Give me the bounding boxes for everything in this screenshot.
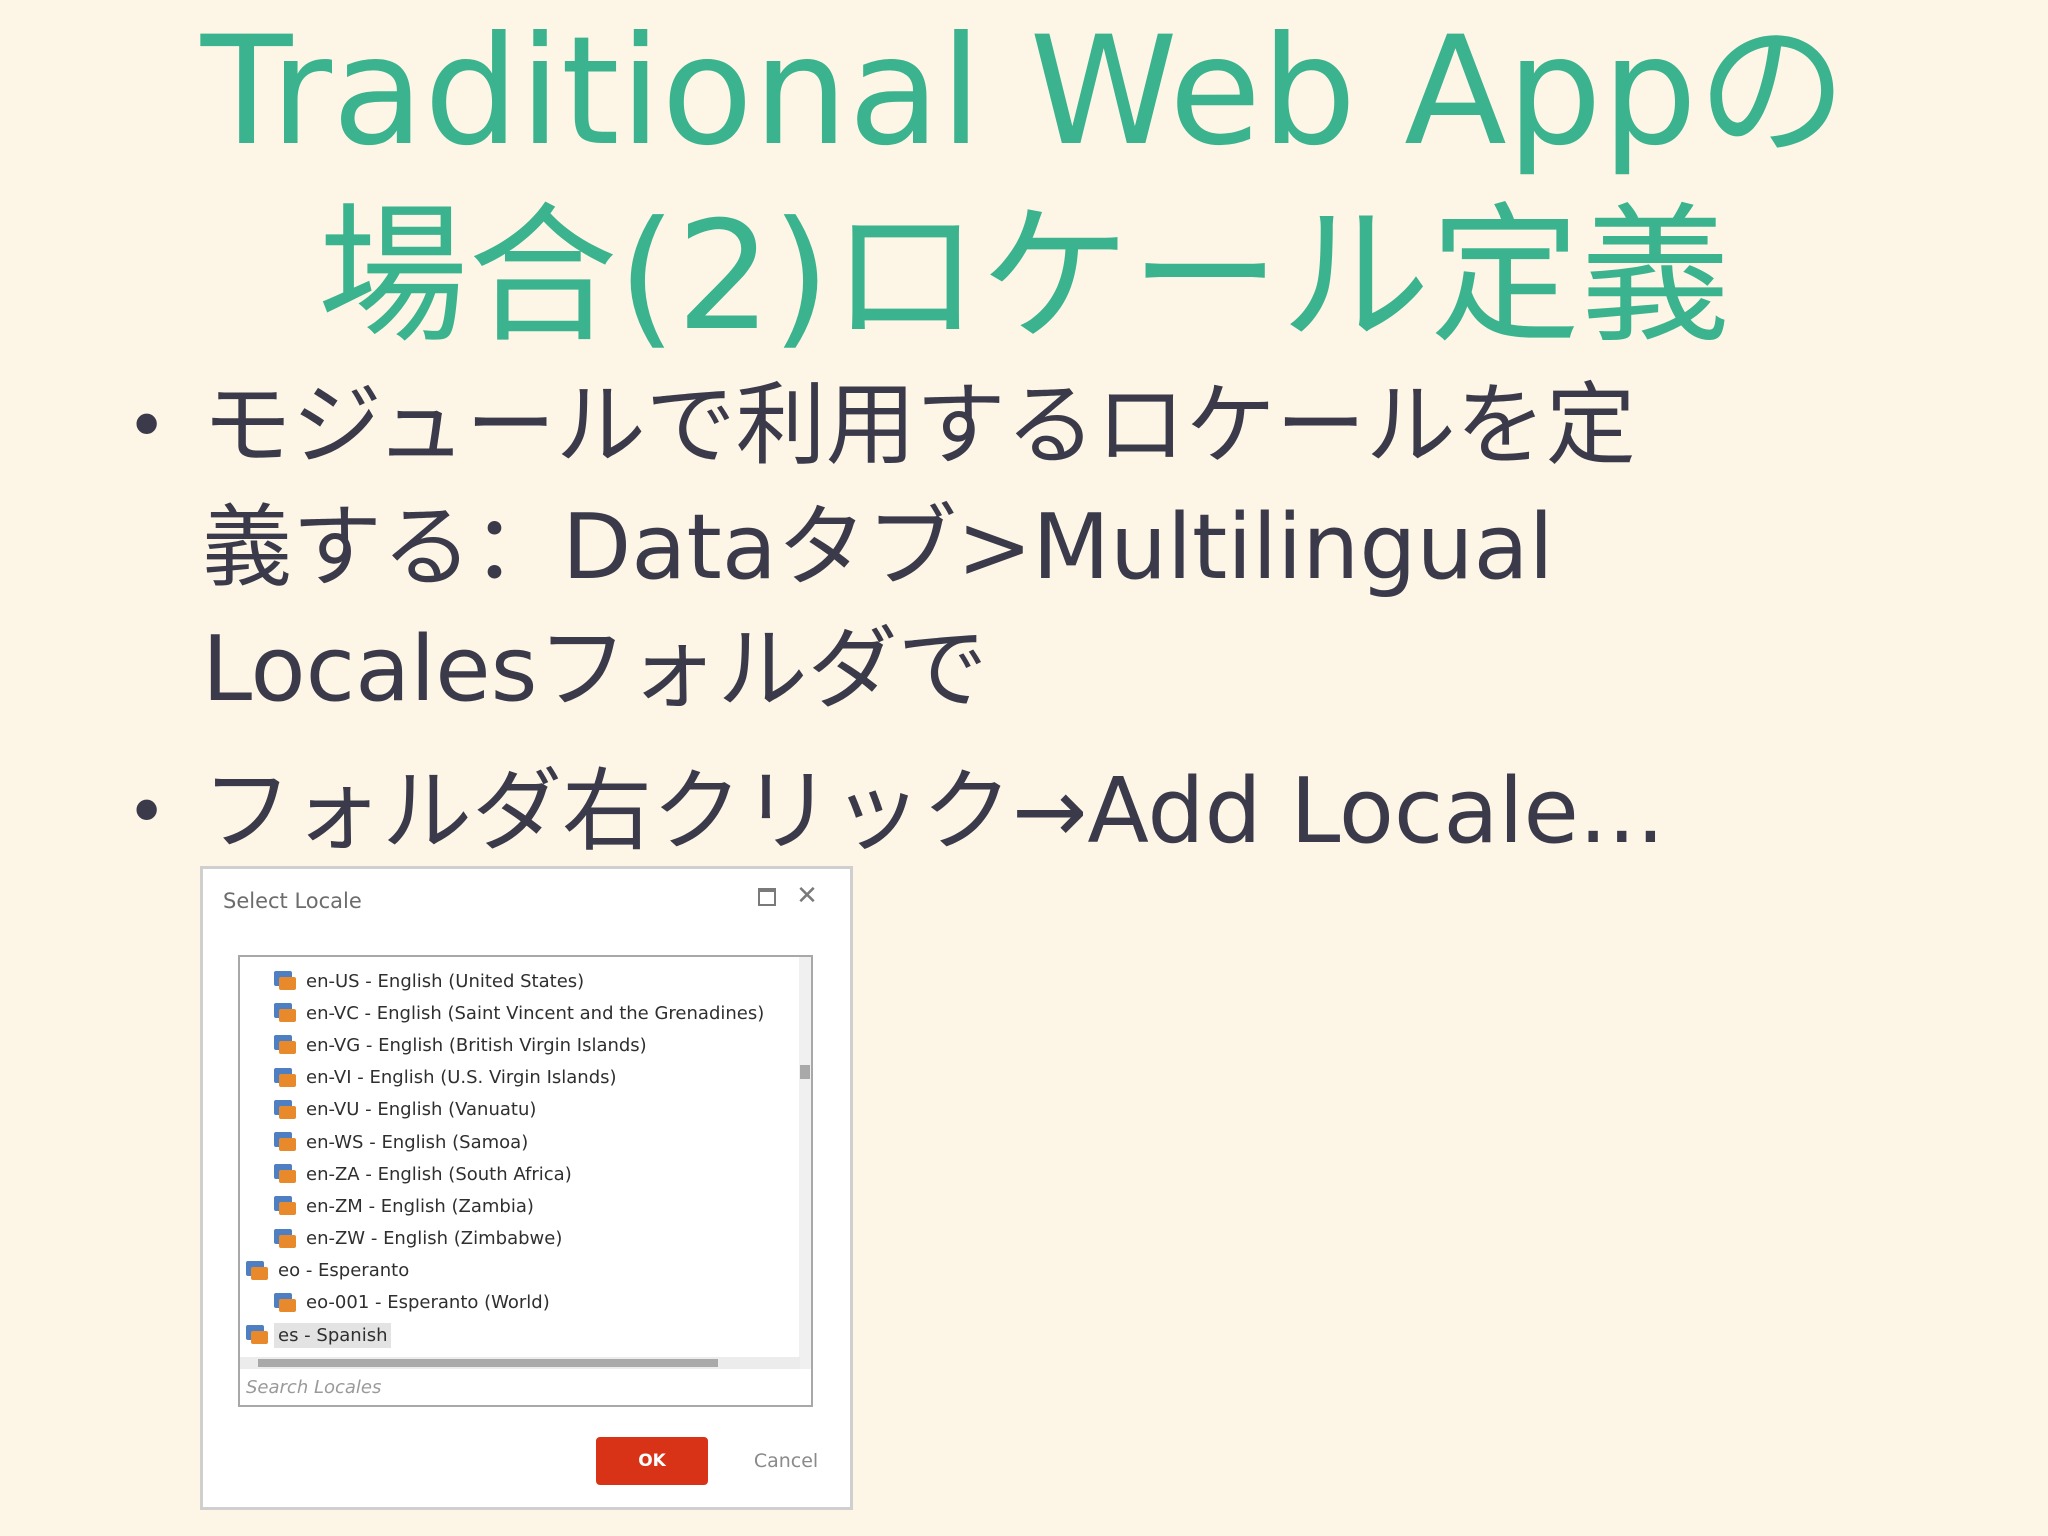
bullet-2-line-1: フォルダ右クリック→Add Locale...	[202, 759, 1665, 864]
locale-separator: -	[358, 1002, 377, 1024]
locale-separator: -	[359, 1163, 378, 1185]
locale-flag-icon	[246, 1325, 268, 1345]
locale-code: en-ZM	[306, 1195, 363, 1217]
close-icon: ✕	[796, 881, 818, 911]
bullet-item-define-locales: • モジュールで利用するロケールを定 義する：Dataタブ>Multilingu…	[118, 365, 2018, 731]
locale-code: es	[278, 1324, 299, 1346]
bullet-1-line-3: Localesフォルダで	[202, 617, 988, 722]
locale-flag-icon	[274, 1196, 296, 1216]
locale-label: eo-001 - Esperanto (World)	[302, 1290, 554, 1315]
bullet-dot: •	[126, 385, 168, 467]
locale-flag-icon	[274, 1067, 296, 1088]
locale-label: en-ZM - English (Zambia)	[302, 1194, 538, 1219]
locale-name: English (Samoa)	[381, 1131, 529, 1153]
locale-name: English (Zimbabwe)	[383, 1228, 563, 1250]
locale-name: Esperanto	[318, 1260, 410, 1282]
locale-code: eo-001	[306, 1292, 370, 1314]
locale-code: en-VG	[306, 1034, 361, 1056]
locale-separator: -	[359, 970, 378, 992]
locale-code: en-ZA	[306, 1163, 360, 1185]
dialog-title: Select Locale	[223, 889, 362, 913]
bullet-dot: •	[126, 771, 168, 853]
bullet-1-line-2: 義する：Dataタブ>Multilingual	[202, 495, 1554, 600]
locale-code: en-VC	[306, 1002, 359, 1024]
locale-label: en-US - English (United States)	[302, 969, 588, 994]
locale-separator: -	[360, 1034, 379, 1056]
locale-list-item[interactable]: en-VI - English (U.S. Virgin Islands)	[240, 1062, 800, 1094]
locale-name: English (Vanuatu)	[377, 1099, 537, 1121]
bullet-1-line-1: モジュールで利用するロケールを定	[202, 373, 1636, 478]
locale-label: en-VC - English (Saint Vincent and the G…	[302, 1001, 768, 1026]
locale-list: en-US - English (United States) en-VC - E…	[240, 965, 800, 1351]
locale-label: en-VU - English (Vanuatu)	[302, 1097, 540, 1122]
locale-list-box: en-US - English (United States) en-VC - E…	[238, 955, 813, 1407]
horizontal-scrollbar-thumb[interactable]	[258, 1359, 718, 1367]
locale-separator: -	[351, 1067, 370, 1089]
bullet-item-add-locale: • フォルダ右クリック→Add Locale...	[118, 751, 2018, 873]
locale-flag-icon	[274, 1292, 296, 1313]
horizontal-scrollbar[interactable]	[240, 1357, 800, 1369]
locale-code: en-VU	[306, 1099, 360, 1121]
locale-label: en-ZA - English (South Africa)	[302, 1162, 576, 1187]
locale-separator: -	[298, 1324, 317, 1346]
locale-list-item[interactable]: en-VG - English (British Virgin Islands)	[240, 1029, 800, 1061]
locale-code: eo	[278, 1260, 301, 1282]
vertical-scrollbar[interactable]	[799, 957, 811, 1369]
select-locale-dialog: Select Locale ✕ en-US - English (United …	[200, 866, 853, 1510]
slide-title-line-1: Traditional Web Appの	[200, 5, 1848, 179]
search-locales-input[interactable]	[244, 1371, 788, 1403]
locale-name: English (British Virgin Islands)	[378, 1034, 647, 1056]
locale-code: en-ZW	[306, 1228, 366, 1250]
locale-separator: -	[362, 1195, 381, 1217]
locale-flag-icon	[274, 1035, 296, 1055]
locale-label: es - Spanish	[274, 1322, 392, 1348]
locale-separator: -	[359, 1099, 378, 1121]
locale-separator: -	[369, 1292, 388, 1314]
cancel-button[interactable]: Cancel	[741, 1437, 831, 1485]
locale-flag-icon	[274, 1099, 296, 1120]
locale-flag-icon	[274, 1132, 296, 1152]
slide-title-line-2: 場合(2)ロケール定義	[317, 190, 1731, 364]
locale-name: Esperanto (World)	[387, 1292, 550, 1314]
maximize-icon	[758, 888, 776, 906]
locale-label: en-WS - English (Samoa)	[302, 1130, 532, 1155]
ok-button[interactable]: OK	[596, 1437, 708, 1485]
locale-label: eo - Esperanto	[274, 1258, 413, 1283]
locale-separator: -	[300, 1260, 319, 1282]
locale-flag-icon	[246, 1260, 268, 1281]
locale-list-item[interactable]: en-VC - English (Saint Vincent and the G…	[240, 997, 800, 1029]
locale-flag-icon	[274, 971, 296, 991]
locale-name: English (South Africa)	[377, 1163, 572, 1185]
locale-code: en-US	[306, 970, 360, 992]
locale-flag-icon	[274, 1003, 296, 1023]
locale-list-item[interactable]: en-ZW - English (Zimbabwe)	[240, 1223, 800, 1255]
bullet-list: • モジュールで利用するロケールを定 義する：Dataタブ>Multilingu…	[118, 365, 2018, 873]
locale-name: English (U.S. Virgin Islands)	[369, 1067, 617, 1089]
locale-list-item[interactable]: en-VU - English (Vanuatu)	[240, 1094, 800, 1126]
locale-list-item[interactable]: en-ZM - English (Zambia)	[240, 1190, 800, 1222]
locale-flag-icon	[274, 1164, 296, 1184]
close-button[interactable]: ✕	[794, 883, 820, 909]
locale-list-item[interactable]: es - Spanish	[240, 1319, 800, 1351]
maximize-button[interactable]	[754, 883, 780, 909]
locale-list-item[interactable]: eo - Esperanto	[240, 1255, 800, 1287]
locale-separator: -	[365, 1228, 384, 1250]
locale-list-item[interactable]: en-WS - English (Samoa)	[240, 1126, 800, 1158]
locale-separator: -	[363, 1131, 382, 1153]
locale-label: en-VG - English (British Virgin Islands)	[302, 1033, 651, 1058]
locale-list-item[interactable]: eo-001 - Esperanto (World)	[240, 1287, 800, 1319]
locale-code: en-VI	[306, 1067, 352, 1089]
locale-label: en-ZW - English (Zimbabwe)	[302, 1226, 566, 1251]
locale-label: en-VI - English (U.S. Virgin Islands)	[302, 1065, 621, 1090]
locale-flag-icon	[274, 1228, 296, 1249]
locale-name: English (Zambia)	[380, 1195, 534, 1217]
locale-name: Spanish	[316, 1324, 388, 1346]
locale-list-item[interactable]: en-US - English (United States)	[240, 965, 800, 997]
slide-title: Traditional Web Appの 場合(2)ロケール定義	[0, 0, 2048, 370]
locale-name: English (Saint Vincent and the Grenadine…	[376, 1002, 765, 1024]
locale-name: English (United States)	[377, 970, 585, 992]
locale-list-item[interactable]: en-ZA - English (South Africa)	[240, 1158, 800, 1190]
vertical-scrollbar-thumb[interactable]	[800, 1065, 810, 1079]
locale-code: en-WS	[306, 1131, 364, 1153]
